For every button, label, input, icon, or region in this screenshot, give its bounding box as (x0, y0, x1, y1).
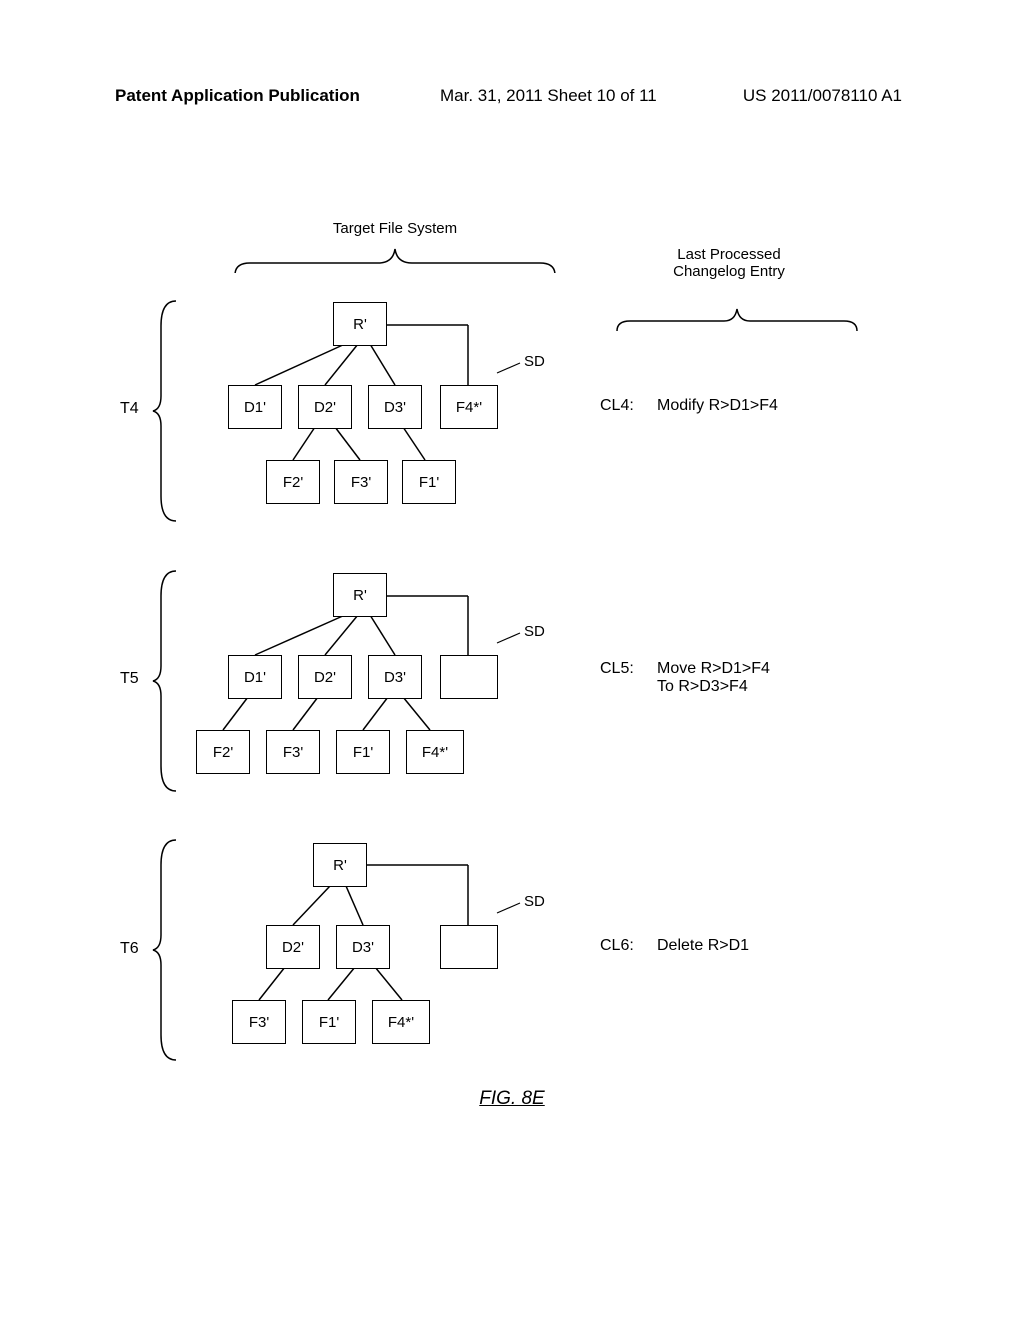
node-r-t4: R' (333, 302, 387, 346)
node-d2-t6: D2' (266, 925, 320, 969)
cl-action-t6: Delete R>D1 (657, 937, 749, 955)
header-date-sheet: Mar. 31, 2011 Sheet 10 of 11 (440, 86, 657, 106)
header-pubno: US 2011/0078110 A1 (743, 86, 902, 106)
node-f4s-t4: F4*' (440, 385, 498, 429)
node-d1-t4: D1' (228, 385, 282, 429)
brace-t5 (151, 566, 181, 796)
node-d2-t5: D2' (298, 655, 352, 699)
node-d2-t4: D2' (298, 385, 352, 429)
sd-label-t5: SD (524, 623, 545, 640)
node-f4s-t6: F4*' (372, 1000, 430, 1044)
cl-label-t5: CL5: (600, 660, 634, 678)
node-r-t5: R' (333, 573, 387, 617)
cl-action-t5: Move R>D1>F4 To R>D3>F4 (657, 660, 770, 696)
col-header-fs-label: Target File System (260, 220, 530, 237)
col-header-fs: Target File System (260, 220, 530, 277)
timestep-label-t6: T6 (120, 940, 139, 958)
figure-label: FIG. 8E (479, 1088, 544, 1110)
timestep-label-t4: T4 (120, 400, 139, 418)
node-sd-t6 (440, 925, 498, 969)
sd-label-t4: SD (524, 353, 545, 370)
node-d3-t6: D3' (336, 925, 390, 969)
col-header-cl-label: Last Processed Changelog Entry (604, 246, 854, 280)
node-f2-t4: F2' (266, 460, 320, 504)
sd-label-t6: SD (524, 893, 545, 910)
node-f1-t5: F1' (336, 730, 390, 774)
node-d3-t5: D3' (368, 655, 422, 699)
col-header-cl: Last Processed Changelog Entry (604, 212, 854, 337)
header-publication: Patent Application Publication (115, 86, 360, 106)
node-f3-t4: F3' (334, 460, 388, 504)
node-d3-t4: D3' (368, 385, 422, 429)
cl-action-t4: Modify R>D1>F4 (657, 397, 778, 415)
node-f1-t4: F1' (402, 460, 456, 504)
node-f4s-t5: F4*' (406, 730, 464, 774)
node-f1-t6: F1' (302, 1000, 356, 1044)
brace-t4 (151, 296, 181, 526)
node-f3-t5: F3' (266, 730, 320, 774)
node-d1-t5: D1' (228, 655, 282, 699)
timestep-label-t5: T5 (120, 670, 139, 688)
brace-t6 (151, 835, 181, 1065)
cl-label-t6: CL6: (600, 937, 634, 955)
node-f3-t6: F3' (232, 1000, 286, 1044)
cl-label-t4: CL4: (600, 397, 634, 415)
node-sd-t5 (440, 655, 498, 699)
node-r-t6: R' (313, 843, 367, 887)
node-f2-t5: F2' (196, 730, 250, 774)
